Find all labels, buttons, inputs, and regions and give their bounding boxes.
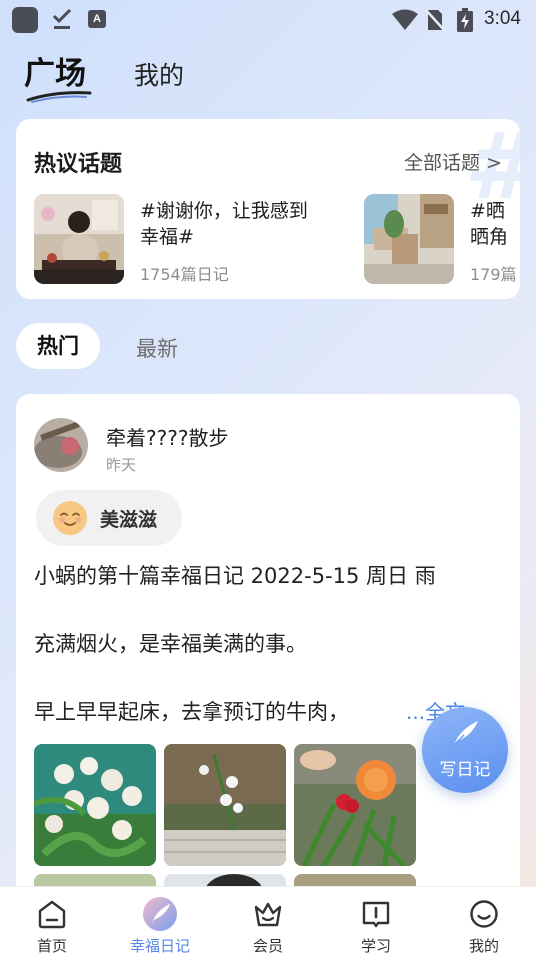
post-photo[interactable] xyxy=(294,744,416,866)
topic-thumbnail xyxy=(34,194,124,284)
post-photo[interactable] xyxy=(34,744,156,866)
status-bar: A 3:04 xyxy=(0,0,536,40)
nav-home-label: 首页 xyxy=(36,937,67,955)
topic-item[interactable]: #晒晒角落# 179篇 xyxy=(364,194,520,284)
crown-icon xyxy=(254,902,282,927)
home-icon xyxy=(38,900,66,929)
hot-topics-title: 热议话题 xyxy=(34,152,123,177)
topic-title: #谢谢你，让我感到幸福# xyxy=(140,200,308,248)
active-tab-underline xyxy=(26,91,92,103)
post-text-line: 充满烟火，是幸福美满的事。 xyxy=(34,632,307,656)
nav-happy-diary-label: 幸福日记 xyxy=(129,937,190,955)
all-topics-link[interactable]: 全部话题 > xyxy=(404,148,502,175)
tab-mine[interactable]: 我的 xyxy=(134,56,184,92)
feather-pen-icon xyxy=(453,721,478,746)
nav-home[interactable]: 首页 xyxy=(6,887,96,960)
topic-diary-count: 179篇 xyxy=(470,265,517,284)
mood-badge: 美滋滋 xyxy=(36,490,182,546)
no-sim-icon xyxy=(426,9,444,31)
tab-hot[interactable]: 热门 xyxy=(16,323,100,369)
post-time: 昨天 xyxy=(106,456,137,474)
mood-label: 美滋滋 xyxy=(100,509,158,531)
smile-face-icon xyxy=(53,501,87,535)
diary-post-card[interactable]: 牵着????散步 昨天 美滋滋 小蜗的第十篇幸福日记 2022-5-15 周日 … xyxy=(16,394,520,914)
nav-mine-label: 我的 xyxy=(468,937,499,955)
smile-icon xyxy=(470,900,498,928)
book-icon xyxy=(362,901,390,928)
topic-diary-count: 1754篇日记 xyxy=(140,265,229,284)
write-diary-button[interactable]: 写日记 xyxy=(422,707,508,793)
battery-charging-icon xyxy=(457,8,473,32)
post-text-line: 早上早早起床，去拿预订的牛肉， xyxy=(34,700,349,724)
keyboard-notification-icon: A xyxy=(88,10,106,28)
feather-icon xyxy=(143,897,177,931)
tab-latest[interactable]: 最新 xyxy=(136,333,178,363)
topic-title: #晒晒角落# xyxy=(470,200,509,248)
nav-membership-label: 会员 xyxy=(252,937,283,955)
nav-happy-diary[interactable]: 幸福日记 xyxy=(114,887,204,960)
author-name[interactable]: 牵着????散步 xyxy=(106,422,228,451)
avatar[interactable] xyxy=(34,418,88,472)
app-notification-icon xyxy=(12,7,38,33)
clock: 3:04 xyxy=(484,8,521,29)
topic-thumbnail xyxy=(364,194,454,284)
bottom-navigation: 首页 幸福日记 会员 学习 我的 xyxy=(0,886,536,960)
post-text-line: 小蜗的第十篇幸福日记 2022-5-15 周日 雨 xyxy=(34,564,436,588)
topic-item[interactable]: #谢谢你，让我感到幸福# 1754篇日记 xyxy=(34,194,324,284)
nav-mine[interactable]: 我的 xyxy=(438,887,528,960)
nav-learn[interactable]: 学习 xyxy=(330,887,420,960)
wifi-icon xyxy=(392,9,418,30)
write-diary-label: 写日记 xyxy=(439,760,491,780)
tab-square[interactable]: 广场 xyxy=(24,48,86,93)
post-photo[interactable] xyxy=(164,744,286,866)
hot-topics-card: # 热议话题 全部话题 > #谢谢你，让我感到幸福# 1754篇日记 xyxy=(16,119,520,299)
nav-membership[interactable]: 会员 xyxy=(222,887,312,960)
nav-learn-label: 学习 xyxy=(360,937,391,955)
download-done-icon xyxy=(52,8,72,29)
